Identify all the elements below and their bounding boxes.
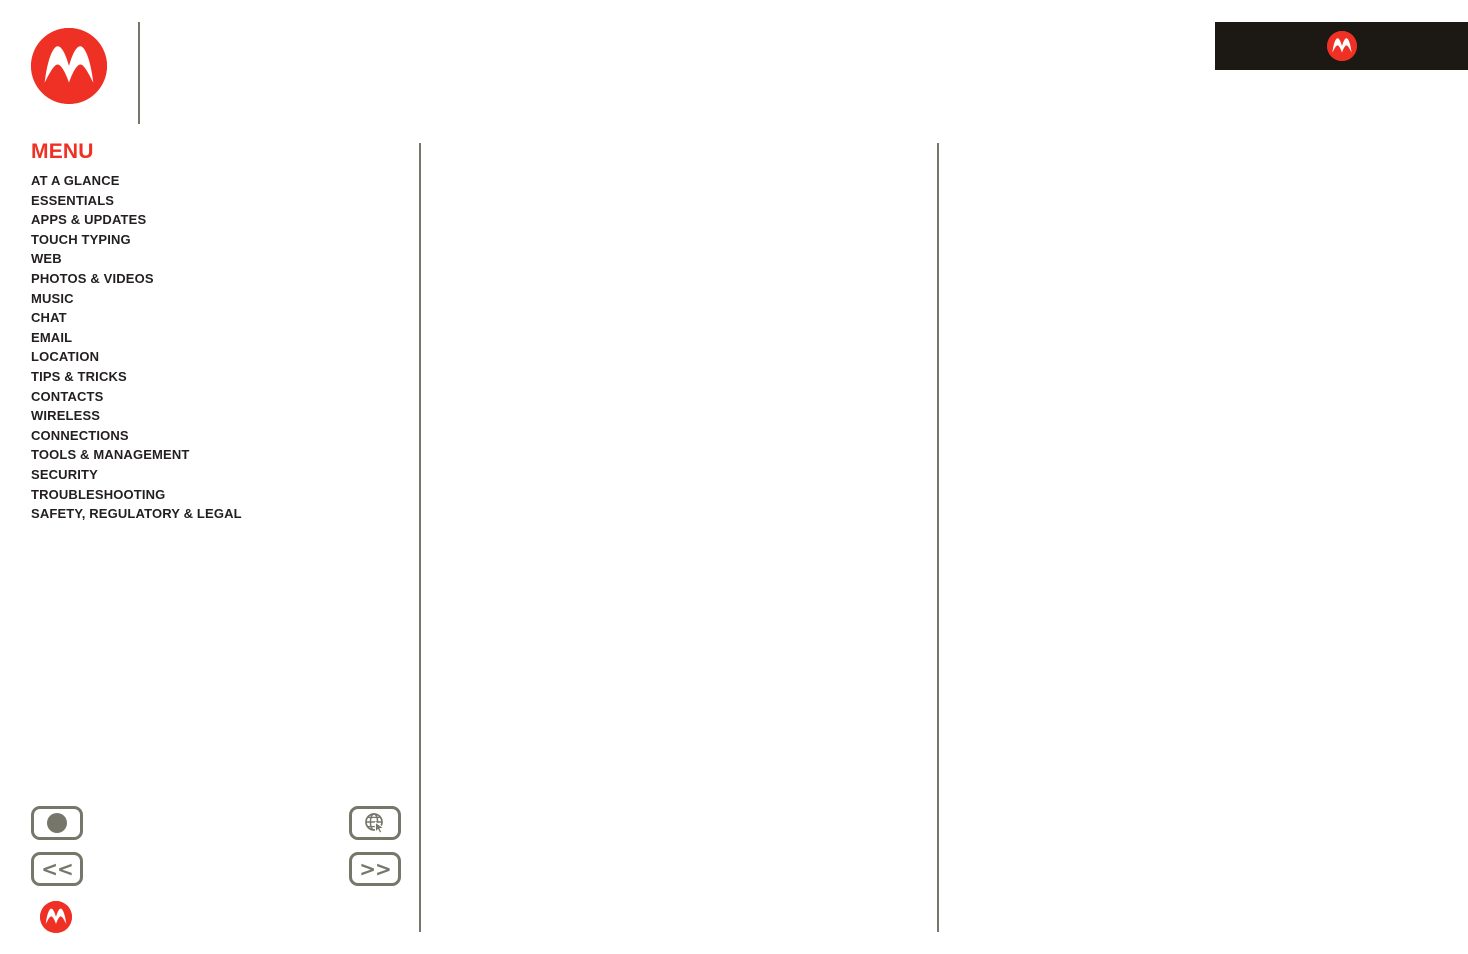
filled-circle-icon xyxy=(47,813,67,833)
globe-cursor-icon xyxy=(363,811,387,835)
next-page-button[interactable]: >> xyxy=(349,852,401,886)
motorola-logo-icon xyxy=(31,28,107,104)
sidebar-item-essentials[interactable]: ESSENTIALS xyxy=(31,191,401,211)
sidebar-menu: MENU AT A GLANCE ESSENTIALS APPS & UPDAT… xyxy=(31,140,401,524)
home-button[interactable] xyxy=(31,806,83,840)
header-divider xyxy=(138,22,140,124)
sidebar-item-tools-and-management[interactable]: TOOLS & MANAGEMENT xyxy=(31,445,401,465)
sidebar-item-location[interactable]: LOCATION xyxy=(31,347,401,367)
next-page-icon: >> xyxy=(359,857,392,881)
previous-page-button[interactable]: << xyxy=(31,852,83,886)
column-two-divider xyxy=(937,143,939,932)
user-guide-page: MENU AT A GLANCE ESSENTIALS APPS & UPDAT… xyxy=(0,0,1468,954)
sidebar-item-contacts[interactable]: CONTACTS xyxy=(31,387,401,407)
sidebar-item-troubleshooting[interactable]: TROUBLESHOOTING xyxy=(31,485,401,505)
sidebar-item-tips-and-tricks[interactable]: TIPS & TRICKS xyxy=(31,367,401,387)
previous-page-icon: << xyxy=(41,857,74,881)
sidebar-item-security[interactable]: SECURITY xyxy=(31,465,401,485)
brand-bar xyxy=(1215,22,1468,70)
sidebar-item-connections[interactable]: CONNECTIONS xyxy=(31,426,401,446)
column-one-divider xyxy=(419,143,421,932)
sidebar-item-email[interactable]: EMAIL xyxy=(31,328,401,348)
sidebar-item-photos-and-videos[interactable]: PHOTOS & VIDEOS xyxy=(31,269,401,289)
sidebar-item-safety-regulatory-legal[interactable]: SAFETY, REGULATORY & LEGAL xyxy=(31,504,401,524)
sidebar-item-wireless[interactable]: WIRELESS xyxy=(31,406,401,426)
sidebar-item-chat[interactable]: CHAT xyxy=(31,308,401,328)
menu-heading: MENU xyxy=(31,140,94,163)
sidebar-item-apps-and-updates[interactable]: APPS & UPDATES xyxy=(31,210,401,230)
motorola-logo-icon xyxy=(1326,31,1357,61)
sidebar-item-music[interactable]: MUSIC xyxy=(31,289,401,309)
sidebar-item-touch-typing[interactable]: TOUCH TYPING xyxy=(31,230,401,250)
sidebar-item-at-a-glance[interactable]: AT A GLANCE xyxy=(31,171,401,191)
menu-list: AT A GLANCE ESSENTIALS APPS & UPDATES TO… xyxy=(31,171,401,524)
sidebar-item-web[interactable]: WEB xyxy=(31,249,401,269)
web-link-button[interactable] xyxy=(349,806,401,840)
motorola-logo-icon[interactable] xyxy=(40,901,72,933)
